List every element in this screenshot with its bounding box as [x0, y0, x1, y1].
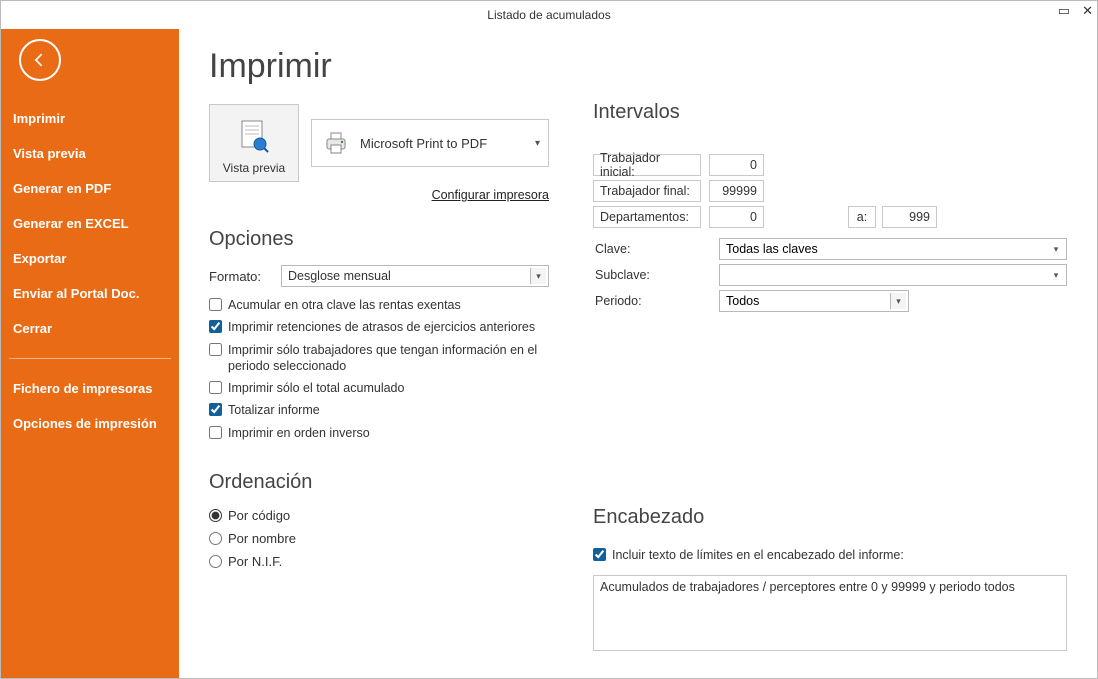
radio-por-nif[interactable]: Por N.I.F. — [209, 554, 549, 569]
check-label: Incluir texto de límites en el encabezad… — [612, 547, 904, 563]
maximize-icon[interactable]: ▭ — [1058, 3, 1070, 19]
checkbox[interactable] — [209, 320, 222, 333]
check-label: Acumular en otra clave las rentas exenta… — [228, 297, 461, 313]
chevron-down-icon: ▾ — [530, 268, 546, 284]
periodo-select[interactable]: Todos ▾ — [719, 290, 909, 312]
radio[interactable] — [209, 555, 222, 568]
check-label: Imprimir sólo el total acumulado — [228, 380, 404, 396]
radio-label: Por código — [228, 508, 290, 523]
checkbox[interactable] — [593, 548, 606, 561]
formato-select[interactable]: Desglose mensual ▾ — [281, 265, 549, 287]
titlebar: Listado de acumulados ▭ ✕ — [1, 1, 1097, 29]
encabezado-heading: Encabezado — [593, 506, 1067, 529]
encabezado-textarea[interactable] — [593, 575, 1067, 651]
sidebar-item-imprimir[interactable]: Imprimir — [1, 101, 179, 136]
sidebar-item-enviar-portal[interactable]: Enviar al Portal Doc. — [1, 276, 179, 311]
clave-label: Clave: — [593, 242, 701, 256]
check-label: Imprimir sólo trabajadores que tengan in… — [228, 342, 549, 375]
trabajador-inicial-label: Trabajador inicial: — [593, 154, 701, 176]
check-acumular-rentas[interactable]: Acumular en otra clave las rentas exenta… — [209, 297, 549, 313]
radio-por-codigo[interactable]: Por código — [209, 508, 549, 523]
sidebar-item-exportar[interactable]: Exportar — [1, 241, 179, 276]
checkbox[interactable] — [209, 403, 222, 416]
departamentos-label: Departamentos: — [593, 206, 701, 228]
checkbox[interactable] — [209, 426, 222, 439]
close-icon[interactable]: ✕ — [1082, 3, 1093, 19]
formato-label: Formato: — [209, 269, 281, 284]
document-preview-icon — [234, 117, 274, 157]
trabajador-final-label: Trabajador final: — [593, 180, 701, 202]
departamentos-from-input[interactable] — [709, 206, 764, 228]
check-label: Imprimir en orden inverso — [228, 425, 370, 441]
ordenacion-heading: Ordenación — [209, 471, 549, 494]
departamentos-to-label: a: — [848, 206, 876, 228]
sidebar-item-fichero-impresoras[interactable]: Fichero de impresoras — [1, 371, 179, 406]
radio-label: Por N.I.F. — [228, 554, 282, 569]
check-incluir-texto-limites[interactable]: Incluir texto de límites en el encabezad… — [593, 547, 1067, 563]
departamentos-to-input[interactable] — [882, 206, 937, 228]
check-retenciones-atrasos[interactable]: Imprimir retenciones de atrasos de ejerc… — [209, 319, 549, 335]
sidebar-item-generar-pdf[interactable]: Generar en PDF — [1, 171, 179, 206]
opciones-heading: Opciones — [209, 228, 549, 251]
arrow-left-icon — [30, 50, 50, 70]
window-title: Listado de acumulados — [487, 8, 610, 22]
printer-icon — [322, 129, 350, 157]
sidebar-item-opciones-impresion[interactable]: Opciones de impresión — [1, 406, 179, 441]
subclave-label: Subclave: — [593, 268, 701, 282]
clave-select[interactable]: Todas las claves ▾ — [719, 238, 1067, 260]
intervalos-heading: Intervalos — [593, 101, 1067, 124]
printer-selector[interactable]: Microsoft Print to PDF ▾ — [311, 119, 549, 167]
radio-por-nombre[interactable]: Por nombre — [209, 531, 549, 546]
trabajador-inicial-input[interactable] — [709, 154, 764, 176]
checkbox[interactable] — [209, 381, 222, 394]
sidebar-item-generar-excel[interactable]: Generar en EXCEL — [1, 206, 179, 241]
page-title: Imprimir — [209, 47, 549, 86]
printer-name: Microsoft Print to PDF — [360, 136, 487, 151]
chevron-down-icon: ▾ — [890, 293, 906, 309]
radio[interactable] — [209, 509, 222, 522]
sidebar-separator — [9, 358, 171, 359]
chevron-down-icon: ▾ — [1048, 267, 1064, 283]
chevron-down-icon: ▾ — [535, 138, 540, 149]
check-orden-inverso[interactable]: Imprimir en orden inverso — [209, 425, 549, 441]
check-solo-trabajadores-info[interactable]: Imprimir sólo trabajadores que tengan in… — [209, 342, 549, 375]
periodo-label: Periodo: — [593, 294, 701, 308]
check-solo-total-acumulado[interactable]: Imprimir sólo el total acumulado — [209, 380, 549, 396]
vista-previa-label: Vista previa — [223, 161, 285, 175]
radio[interactable] — [209, 532, 222, 545]
check-label: Imprimir retenciones de atrasos de ejerc… — [228, 319, 535, 335]
vista-previa-button[interactable]: Vista previa — [209, 104, 299, 182]
back-button[interactable] — [19, 39, 61, 81]
checkbox[interactable] — [209, 298, 222, 311]
check-label: Totalizar informe — [228, 402, 320, 418]
check-totalizar-informe[interactable]: Totalizar informe — [209, 402, 549, 418]
radio-label: Por nombre — [228, 531, 296, 546]
chevron-down-icon: ▾ — [1048, 241, 1064, 257]
configurar-impresora-link[interactable]: Configurar impresora — [209, 188, 549, 202]
sidebar-item-cerrar[interactable]: Cerrar — [1, 311, 179, 346]
sidebar: Imprimir Vista previa Generar en PDF Gen… — [1, 29, 179, 678]
periodo-value: Todos — [726, 294, 759, 308]
clave-value: Todas las claves — [726, 242, 818, 256]
subclave-select[interactable]: ▾ — [719, 264, 1067, 286]
sidebar-item-vista-previa[interactable]: Vista previa — [1, 136, 179, 171]
trabajador-final-input[interactable] — [709, 180, 764, 202]
checkbox[interactable] — [209, 343, 222, 356]
formato-value: Desglose mensual — [288, 269, 391, 283]
